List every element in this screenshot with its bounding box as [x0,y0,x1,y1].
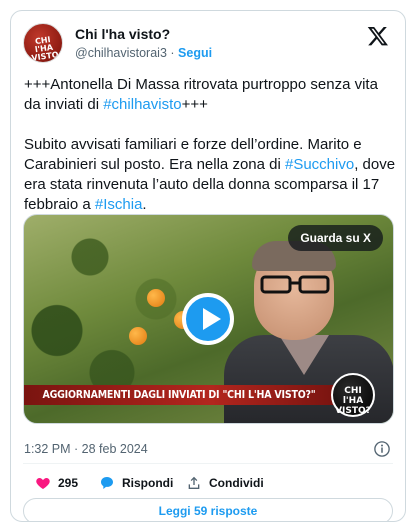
reply-button[interactable]: Rispondi [99,473,173,493]
share-icon [188,476,200,489]
tweet-text: +++Antonella Di Massa ritrovata purtropp… [24,75,396,215]
program-logo: CHI l'HA VISTO? [331,373,375,417]
video-caption-banner: AGGIORNAMENTI DAGLI INVIATI DI "CHI L'HA… [24,385,334,405]
separator-dot: · [170,46,175,60]
program-logo-text: CHI l'HA VISTO? [335,386,371,416]
tweet-timestamp[interactable]: 1:32 PM · 28 feb 2024 [24,442,148,456]
share-label: Condividi [209,476,264,490]
tweet-card: CHI l'HA VISTO Chi l'ha visto? @chilhavi… [10,10,406,522]
author-display-name[interactable]: Chi l'ha visto? [75,26,170,42]
hashtag-succhivo[interactable]: #Succhivo [285,156,354,173]
orange-fruit [147,289,165,307]
author-handle-line: @chilhavistorai3 · Segui [75,46,212,60]
tweet-text-part: . [142,196,147,213]
glasses-icon [260,275,330,294]
tweet-header: CHI l'HA VISTO Chi l'ha visto? @chilhavi… [23,23,393,67]
play-button-icon[interactable] [182,293,234,345]
read-replies-button[interactable]: Leggi 59 risposte [23,498,393,521]
tweet-paragraph-1: +++Antonella Di Massa ritrovata purtropp… [24,75,396,115]
follow-button[interactable]: Segui [178,46,212,60]
like-count: 295 [58,476,79,490]
hashtag-ischia[interactable]: #Ischia [95,196,143,213]
avatar[interactable]: CHI l'HA VISTO [23,23,63,63]
heart-icon [36,478,50,489]
avatar-logo-text: CHI l'HA VISTO [30,35,60,63]
divider [23,463,393,464]
watch-on-x-button[interactable]: Guarda su X [288,225,383,251]
video-player[interactable]: Guarda su X AGGIORNAMENTI DAGLI INVIATI … [23,214,394,424]
reply-label: Rispondi [122,476,174,490]
info-icon[interactable] [373,440,391,458]
author-handle[interactable]: @chilhavistorai3 [75,46,167,60]
like-button[interactable]: 295 [35,473,78,493]
tweet-paragraph-2: Subito avvisati familiari e forze dell’o… [24,135,396,215]
tweet-text-part: +++ [181,96,208,113]
x-logo-icon[interactable] [367,25,389,47]
orange-fruit [129,327,147,345]
hashtag-chilhavisto[interactable]: #chilhavisto [103,96,181,113]
reply-bubble-icon [101,477,113,489]
share-button[interactable]: Condividi [186,473,264,493]
